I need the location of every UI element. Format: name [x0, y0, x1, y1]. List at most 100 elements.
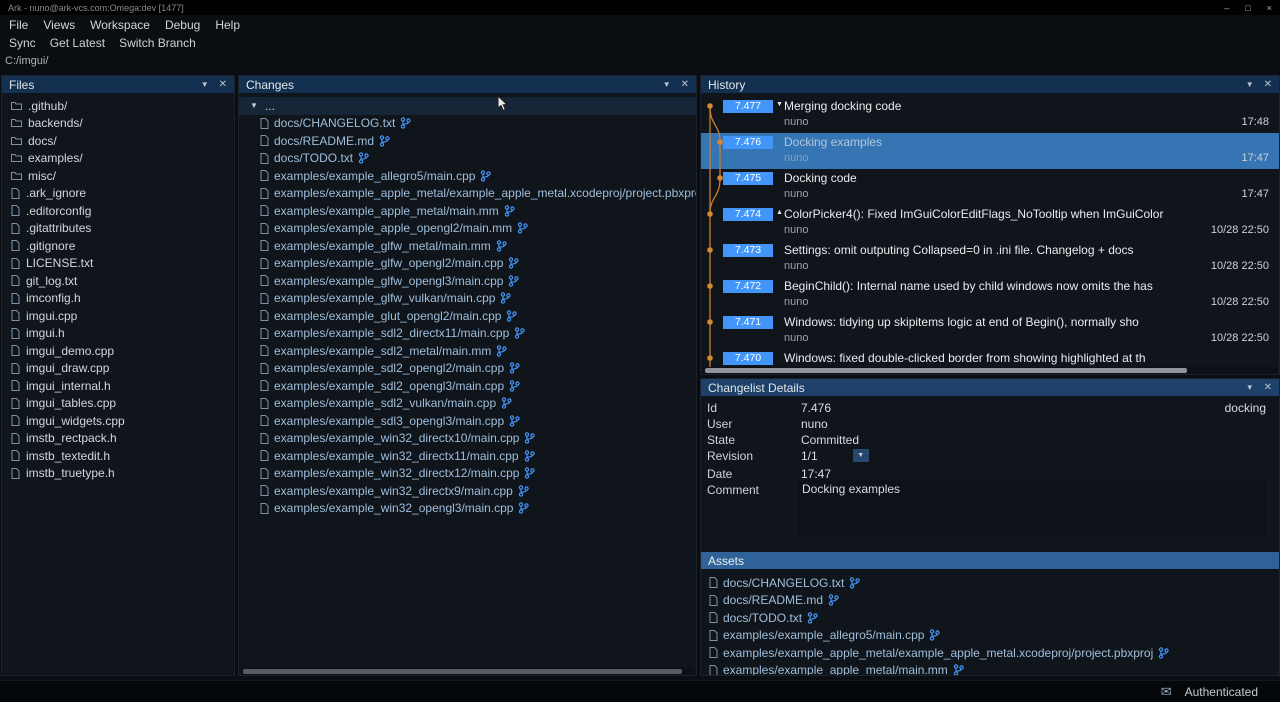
asset-row[interactable]: docs/CHANGELOG.txt: [701, 574, 1279, 592]
changed-file-row[interactable]: examples/example_win32_directx10/main.cp…: [239, 430, 696, 448]
changed-file-row[interactable]: docs/CHANGELOG.txt: [239, 115, 696, 133]
asset-row[interactable]: examples/example_allegro5/main.cpp: [701, 627, 1279, 645]
revision-dropdown-button[interactable]: ▼: [853, 449, 869, 462]
changed-file-row[interactable]: examples/example_sdl2_vulkan/main.cpp: [239, 395, 696, 413]
tree-expand-icon[interactable]: ▼: [250, 101, 258, 110]
asset-row[interactable]: docs/README.md: [701, 592, 1279, 610]
changed-file-row[interactable]: examples/example_apple_metal/example_app…: [239, 185, 696, 203]
changed-file-row[interactable]: examples/example_win32_directx11/main.cp…: [239, 447, 696, 465]
changed-file-row[interactable]: examples/example_glut_opengl2/main.cpp: [239, 307, 696, 325]
horizontal-scrollbar[interactable]: [703, 367, 1277, 374]
file-icon: [11, 415, 20, 426]
file-tree-item[interactable]: imgui_tables.cpp: [2, 395, 234, 413]
changed-file-row[interactable]: examples/example_win32_directx12/main.cp…: [239, 465, 696, 483]
changed-file-row[interactable]: examples/example_apple_opengl2/main.mm: [239, 220, 696, 238]
asset-row[interactable]: examples/example_apple_metal/example_app…: [701, 644, 1279, 662]
asset-row[interactable]: docs/TODO.txt: [701, 609, 1279, 627]
close-panel-icon[interactable]: ✕: [1264, 382, 1272, 393]
commit-row[interactable]: 7.477▼Merging docking codenuno17:48: [701, 97, 1279, 133]
filter-icon[interactable]: ▼: [1246, 383, 1254, 392]
revision-badge[interactable]: 7.475: [723, 172, 773, 185]
commit-row[interactable]: 7.473Settings: omit outputing Collapsed=…: [701, 241, 1279, 277]
file-icon: [11, 468, 20, 479]
horizontal-scrollbar[interactable]: [241, 668, 694, 675]
menu-item-workspace[interactable]: Workspace: [90, 18, 150, 32]
file-tree-item[interactable]: imconfig.h: [2, 290, 234, 308]
maximize-icon[interactable]: □: [1245, 3, 1250, 13]
close-panel-icon[interactable]: ✕: [219, 79, 227, 90]
commit-row[interactable]: 7.470Windows: fixed double-clicked borde…: [701, 349, 1279, 367]
menu-item-help[interactable]: Help: [215, 18, 240, 32]
revision-badge[interactable]: 7.472: [723, 280, 773, 293]
file-tree-item[interactable]: imgui.h: [2, 325, 234, 343]
file-tree-item[interactable]: .gitignore: [2, 237, 234, 255]
changed-file-row[interactable]: examples/example_apple_metal/main.mm: [239, 202, 696, 220]
commit-row[interactable]: 7.474▲ColorPicker4(): Fixed ImGuiColorEd…: [701, 205, 1279, 241]
revision-badge[interactable]: 7.474: [723, 208, 773, 221]
changed-file-row[interactable]: examples/example_sdl2_metal/main.mm: [239, 342, 696, 360]
changed-file-row[interactable]: examples/example_glfw_opengl2/main.cpp: [239, 255, 696, 273]
changed-file-row[interactable]: docs/README.md: [239, 132, 696, 150]
menu-item-debug[interactable]: Debug: [165, 18, 200, 32]
file-tree-item[interactable]: .ark_ignore: [2, 185, 234, 203]
file-tree-item[interactable]: misc/: [2, 167, 234, 185]
file-tree-item[interactable]: backends/: [2, 115, 234, 133]
mail-icon[interactable]: ✉: [1161, 684, 1172, 700]
changed-file-row[interactable]: examples/example_win32_directx9/main.cpp: [239, 482, 696, 500]
changed-file-row[interactable]: examples/example_sdl2_directx11/main.cpp: [239, 325, 696, 343]
changed-file-row[interactable]: examples/example_sdl3_opengl3/main.cpp: [239, 412, 696, 430]
file-tree-item[interactable]: imstb_textedit.h: [2, 447, 234, 465]
file-tree-item[interactable]: docs/: [2, 132, 234, 150]
menu-item-file[interactable]: File: [9, 18, 28, 32]
changed-file-row[interactable]: examples/example_glfw_metal/main.mm: [239, 237, 696, 255]
changed-file-row[interactable]: examples/example_glfw_opengl3/main.cpp: [239, 272, 696, 290]
file-tree-item[interactable]: imstb_rectpack.h: [2, 430, 234, 448]
file-icon: [260, 153, 269, 164]
branch-icon: [518, 485, 529, 497]
scrollbar-grab[interactable]: [243, 669, 682, 674]
file-tree-item[interactable]: imgui_widgets.cpp: [2, 412, 234, 430]
close-panel-icon[interactable]: ✕: [681, 79, 689, 90]
commit-row[interactable]: 7.475Docking codenuno17:47: [701, 169, 1279, 205]
changed-file-row[interactable]: docs/TODO.txt: [239, 150, 696, 168]
file-tree-item[interactable]: imgui_demo.cpp: [2, 342, 234, 360]
file-tree-item[interactable]: imstb_truetype.h: [2, 465, 234, 483]
filter-icon[interactable]: ▼: [1246, 80, 1254, 89]
comment-field[interactable]: Docking examples: [798, 479, 1266, 536]
file-tree-item[interactable]: .github/: [2, 97, 234, 115]
filter-icon[interactable]: ▼: [201, 80, 209, 89]
revision-badge[interactable]: 7.477: [723, 100, 773, 113]
revision-badge[interactable]: 7.473: [723, 244, 773, 257]
minimize-icon[interactable]: –: [1224, 3, 1229, 13]
changed-file-row[interactable]: examples/example_win32_opengl3/main.cpp: [239, 500, 696, 518]
file-tree-item[interactable]: git_log.txt: [2, 272, 234, 290]
file-tree-item[interactable]: LICENSE.txt: [2, 255, 234, 273]
filter-icon[interactable]: ▼: [663, 80, 671, 89]
close-icon[interactable]: ×: [1267, 3, 1272, 13]
file-tree-item[interactable]: examples/: [2, 150, 234, 168]
changed-file-row[interactable]: examples/example_sdl2_opengl3/main.cpp: [239, 377, 696, 395]
commit-row[interactable]: 7.472BeginChild(): Internal name used by…: [701, 277, 1279, 313]
commit-row[interactable]: 7.476Docking examplesnuno17:47: [701, 133, 1279, 169]
file-tree-item[interactable]: .gitattributes: [2, 220, 234, 238]
file-tree-item[interactable]: imgui_draw.cpp: [2, 360, 234, 378]
changed-file-row[interactable]: examples/example_sdl2_opengl2/main.cpp: [239, 360, 696, 378]
toolbar-button-sync[interactable]: Sync: [9, 36, 36, 50]
revision-badge[interactable]: 7.471: [723, 316, 773, 329]
revision-badge[interactable]: 7.470: [723, 352, 773, 365]
file-tree-item[interactable]: .editorconfig: [2, 202, 234, 220]
file-tree-item[interactable]: imgui_internal.h: [2, 377, 234, 395]
asset-row[interactable]: examples/example_apple_metal/main.mm: [701, 662, 1279, 676]
changed-file-row[interactable]: examples/example_glfw_vulkan/main.cpp: [239, 290, 696, 308]
file-tree-item[interactable]: imgui.cpp: [2, 307, 234, 325]
changes-root-node[interactable]: ▼...: [239, 97, 696, 115]
scrollbar-grab[interactable]: [705, 368, 1187, 373]
commit-row[interactable]: 7.471Windows: tidying up skipitems logic…: [701, 313, 1279, 349]
close-panel-icon[interactable]: ✕: [1264, 79, 1272, 90]
file-name: imgui_tables.cpp: [26, 396, 116, 410]
toolbar-button-get-latest[interactable]: Get Latest: [50, 36, 105, 50]
revision-badge[interactable]: 7.476: [723, 136, 773, 149]
menu-item-views[interactable]: Views: [43, 18, 75, 32]
toolbar-button-switch-branch[interactable]: Switch Branch: [119, 36, 196, 50]
changed-file-row[interactable]: examples/example_allegro5/main.cpp: [239, 167, 696, 185]
